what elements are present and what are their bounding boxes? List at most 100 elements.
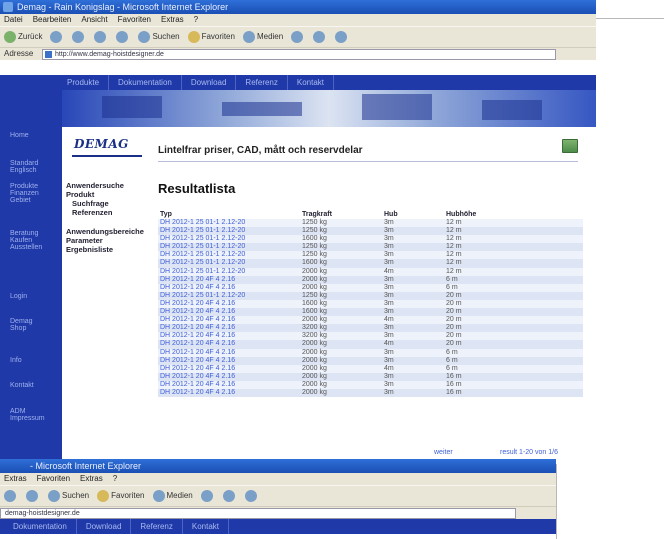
- sidebar-item[interactable]: Beratung Kaufen Ausstellen: [10, 230, 60, 251]
- address-input[interactable]: http://www.demag-hoistdesigner.de: [42, 49, 556, 60]
- table-cell-type-link[interactable]: DH 2012-1 20 4F 4 2.16: [158, 380, 300, 389]
- sidebar-item[interactable]: Info: [10, 357, 22, 364]
- table-row[interactable]: DH 2012-1 25 01-1 2.12-20 1250 kg 3m 12 m: [158, 251, 583, 260]
- sidebar-item[interactable]: Standard Englisch: [10, 160, 60, 174]
- mail-button[interactable]: [222, 486, 237, 506]
- search-button[interactable]: Suchen: [138, 27, 180, 47]
- table-cell-type-link[interactable]: DH 2012-1 20 4F 4 2.16: [158, 299, 300, 309]
- menu-item[interactable]: ?: [113, 474, 117, 483]
- result-pager[interactable]: result 1-20 von 1/6: [500, 449, 558, 456]
- table-row[interactable]: DH 2012-1 25 01-1 2.12-20 1250 kg 3m 12 m: [158, 227, 583, 236]
- search-button[interactable]: Suchen: [48, 486, 89, 506]
- table-row[interactable]: DH 2012-1 20 4F 4 2.16 2000 kg 3m 16 m: [158, 388, 583, 398]
- table-row[interactable]: DH 2012-1 20 4F 4 2.16 1600 kg 3m 20 m: [158, 308, 583, 317]
- media-button[interactable]: Medien: [152, 486, 193, 506]
- refresh-button[interactable]: [94, 27, 108, 47]
- table-row[interactable]: DH 2012-1 25 01-1 2.12-20 2000 kg 4m 12 m: [158, 267, 583, 276]
- table-row[interactable]: DH 2012-1 25 01-1 2.12-20 1250 kg 3m 20 m: [158, 291, 583, 300]
- table-cell-type-link[interactable]: DH 2012-1 25 01-1 2.12-20: [158, 235, 300, 244]
- column-header[interactable]: Tragkraft: [300, 209, 382, 219]
- table-cell-type-link[interactable]: DH 2012-1 25 01-1 2.12-20: [158, 243, 300, 252]
- subnav-item[interactable]: Produkt: [66, 190, 94, 199]
- table-row[interactable]: DH 2012-1 20 4F 4 2.16 2000 kg 4m 6 m: [158, 364, 583, 373]
- table-cell-type-link[interactable]: DH 2012-1 25 01-1 2.12-20: [158, 219, 300, 228]
- table-cell-type-link[interactable]: DH 2012-1 25 01-1 2.12-20: [158, 227, 300, 236]
- table-cell-type-link[interactable]: DH 2012-1 25 01-1 2.12-20: [158, 267, 300, 276]
- sidebar-item[interactable]: Kontakt: [10, 382, 34, 389]
- history-button[interactable]: [200, 486, 215, 506]
- site-nav-item[interactable]: Download: [77, 519, 132, 534]
- back-button[interactable]: Zurück: [4, 27, 42, 47]
- menu-item[interactable]: Extras: [161, 15, 184, 24]
- forward-button[interactable]: [50, 27, 64, 47]
- stop-button[interactable]: [72, 27, 86, 47]
- table-cell-type-link[interactable]: DH 2012-1 20 4F 4 2.16: [158, 332, 300, 341]
- table-row[interactable]: DH 2012-1 25 01-1 2.12-20 1600 kg 3m 12 m: [158, 259, 583, 268]
- column-header[interactable]: Hub: [382, 209, 444, 219]
- menu-item[interactable]: Extras: [4, 474, 27, 483]
- site-nav-item[interactable]: Dokumentation: [109, 75, 182, 90]
- table-cell-type-link[interactable]: DH 2012-1 25 01-1 2.12-20: [158, 259, 300, 268]
- menu-item[interactable]: Ansicht: [81, 15, 107, 24]
- sidebar-item[interactable]: Login: [10, 293, 27, 300]
- mail-button[interactable]: [313, 27, 327, 47]
- refresh-button[interactable]: [4, 486, 18, 506]
- site-nav-item[interactable]: Download: [182, 75, 237, 90]
- print-button[interactable]: [244, 486, 259, 506]
- menu-item[interactable]: Favoriten: [37, 474, 70, 483]
- subnav-item[interactable]: Anwendersuche: [66, 181, 124, 190]
- sidebar-item[interactable]: ADM Impressum: [10, 408, 50, 422]
- favorites-button[interactable]: Favoriten: [97, 486, 145, 506]
- menu-item[interactable]: ?: [194, 15, 198, 24]
- subnav-item[interactable]: Anwendungsbereiche: [66, 227, 144, 236]
- table-row[interactable]: DH 2012-1 20 4F 4 2.16 3200 kg 3m 20 m: [158, 332, 583, 341]
- table-row[interactable]: DH 2012-1 20 4F 4 2.16 3200 kg 3m 20 m: [158, 324, 583, 333]
- home-button[interactable]: [26, 486, 40, 506]
- table-cell-type-link[interactable]: DH 2012-1 20 4F 4 2.16: [158, 275, 300, 284]
- sidebar-item[interactable]: Home: [10, 132, 29, 139]
- sidebar-item[interactable]: Produkte Finanzen Gebiet: [10, 183, 60, 204]
- table-row[interactable]: DH 2012-1 20 4F 4 2.16 2000 kg 3m 16 m: [158, 372, 583, 381]
- table-cell-type-link[interactable]: DH 2012-1 20 4F 4 2.16: [158, 340, 300, 349]
- subnav-item[interactable]: Referenzen: [72, 208, 112, 217]
- menu-item[interactable]: Favoriten: [118, 15, 151, 24]
- site-nav-item[interactable]: Dokumentation: [4, 519, 77, 534]
- print-button[interactable]: [335, 27, 349, 47]
- subnav-item[interactable]: Parameter: [66, 236, 103, 245]
- table-cell-type-link[interactable]: DH 2012-1 20 4F 4 2.16: [158, 364, 300, 373]
- table-cell-type-link[interactable]: DH 2012-1 20 4F 4 2.16: [158, 356, 300, 365]
- subnav-item[interactable]: Ergebnisliste: [66, 245, 113, 254]
- table-row[interactable]: DH 2012-1 20 4F 4 2.16 2000 kg 3m 6 m: [158, 283, 583, 292]
- table-cell-type-link[interactable]: DH 2012-1 20 4F 4 2.16: [158, 283, 300, 292]
- home-button[interactable]: [116, 27, 130, 47]
- table-cell-type-link[interactable]: DH 2012-1 20 4F 4 2.16: [158, 348, 300, 357]
- table-cell-type-link[interactable]: DH 2012-1 20 4F 4 2.16: [158, 372, 300, 381]
- table-row[interactable]: DH 2012-1 20 4F 4 2.16 2000 kg 3m 16 m: [158, 380, 583, 389]
- subnav-item[interactable]: Suchfrage: [72, 199, 109, 208]
- table-row[interactable]: DH 2012-1 20 4F 4 2.16 2000 kg 3m 6 m: [158, 348, 583, 357]
- site-nav-item[interactable]: Referenz: [236, 75, 288, 90]
- sidebar-item[interactable]: Demag Shop: [10, 318, 50, 332]
- history-button[interactable]: [291, 27, 305, 47]
- table-row[interactable]: DH 2012-1 25 01-1 2.12-20 1250 kg 3m 12 m: [158, 219, 583, 228]
- monitor-icon[interactable]: [562, 139, 578, 153]
- next-link[interactable]: weiter: [434, 449, 453, 456]
- table-cell-type-link[interactable]: DH 2012-1 20 4F 4 2.16: [158, 316, 300, 325]
- table-row[interactable]: DH 2012-1 20 4F 4 2.16 2000 kg 3m 6 m: [158, 356, 583, 365]
- site-nav-item[interactable]: Kontakt: [288, 75, 335, 90]
- menu-item[interactable]: Bearbeiten: [33, 15, 72, 24]
- table-cell-type-link[interactable]: DH 2012-1 20 4F 4 2.16: [158, 308, 300, 317]
- table-row[interactable]: DH 2012-1 20 4F 4 2.16 1600 kg 3m 20 m: [158, 299, 583, 309]
- table-cell-type-link[interactable]: DH 2012-1 20 4F 4 2.16: [158, 388, 300, 398]
- address-input[interactable]: demag-hoistdesigner.de: [0, 508, 516, 519]
- table-cell-type-link[interactable]: DH 2012-1 25 01-1 2.12-20: [158, 251, 300, 260]
- table-row[interactable]: DH 2012-1 20 4F 4 2.16 2000 kg 4m 20 m: [158, 340, 583, 349]
- menu-item[interactable]: Datei: [4, 15, 23, 24]
- table-row[interactable]: DH 2012-1 20 4F 4 2.16 2000 kg 4m 20 m: [158, 316, 583, 325]
- table-row[interactable]: DH 2012-1 25 01-1 2.12-20 1250 kg 3m 12 m: [158, 243, 583, 252]
- site-nav-item[interactable]: Produkte: [58, 75, 110, 90]
- table-cell-type-link[interactable]: DH 2012-1 20 4F 4 2.16: [158, 324, 300, 333]
- table-row[interactable]: DH 2012-1 25 01-1 2.12-20 1600 kg 3m 12 m: [158, 235, 583, 244]
- media-button[interactable]: Medien: [242, 27, 283, 47]
- demag-logo[interactable]: DEMAG: [74, 137, 129, 151]
